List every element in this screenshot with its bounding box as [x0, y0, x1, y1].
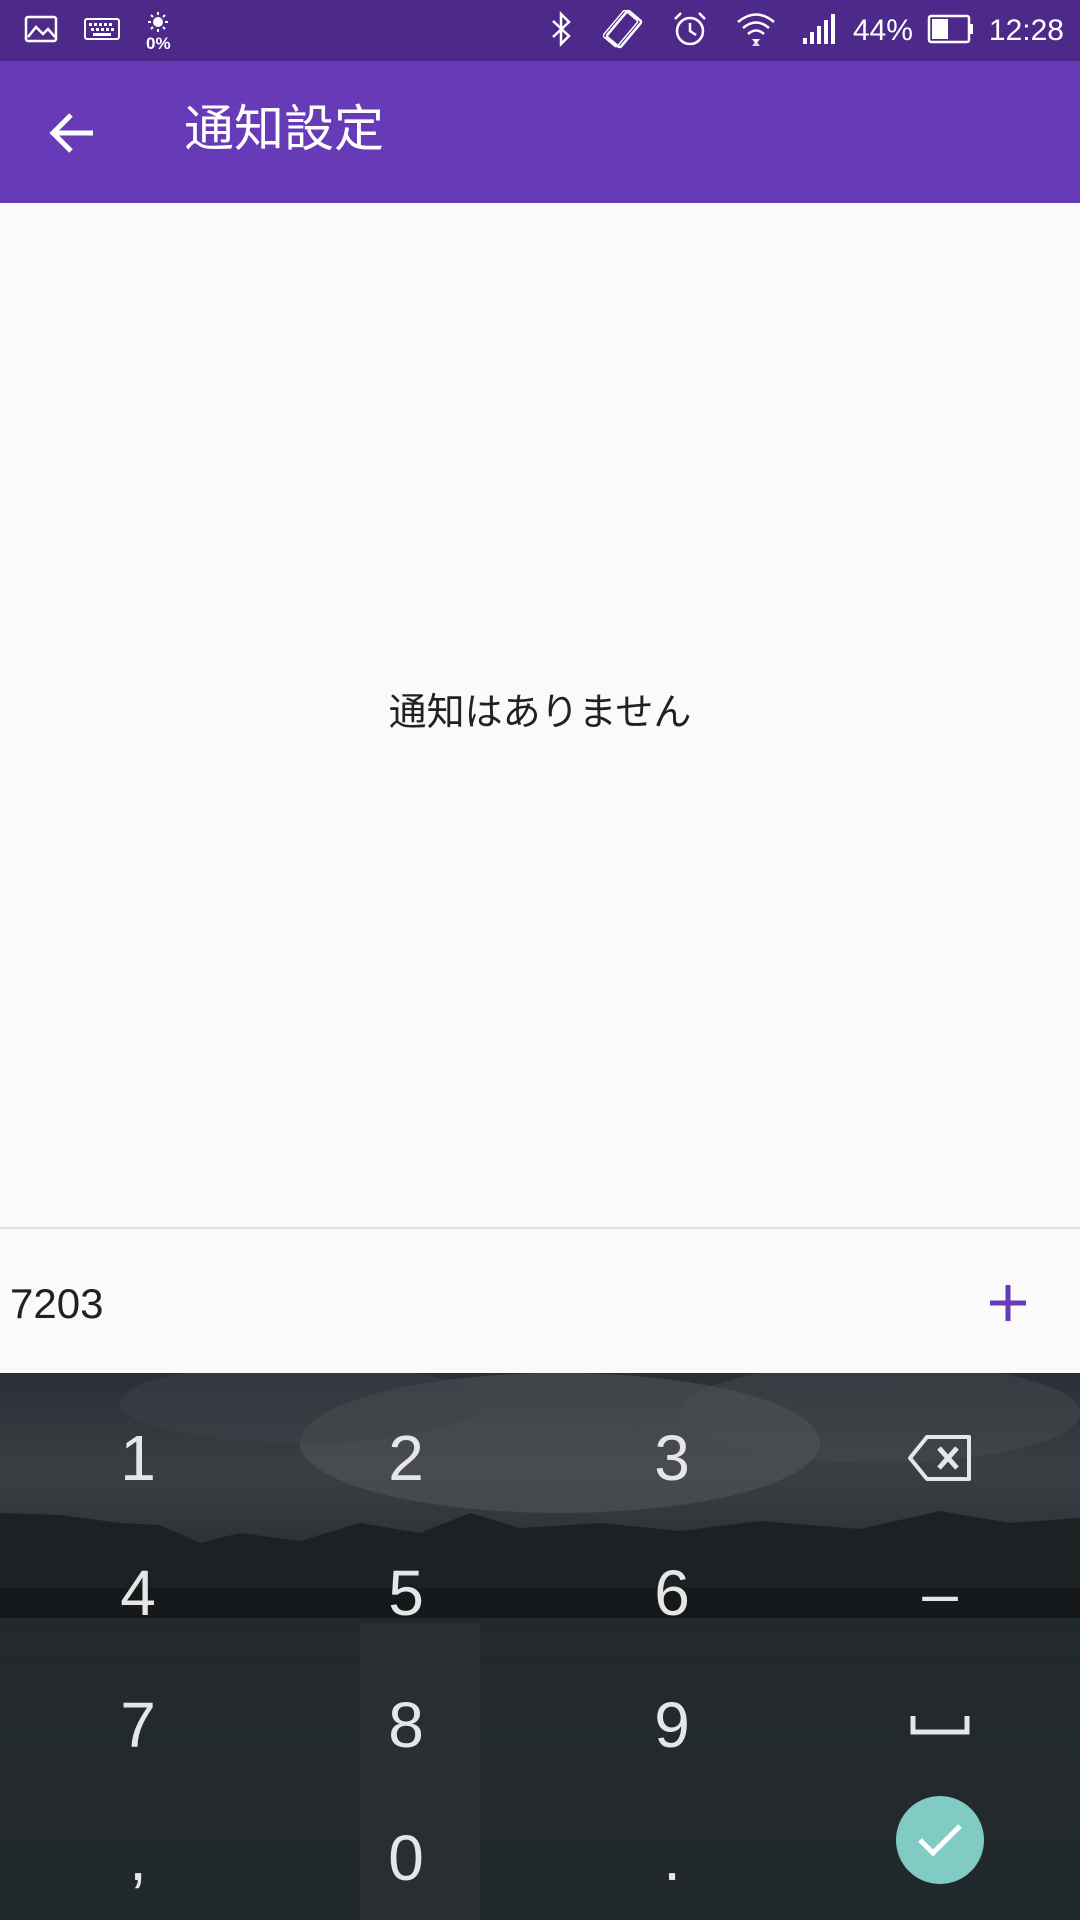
- alarm-icon: [671, 10, 709, 52]
- wifi-icon: [735, 9, 777, 53]
- page-title: 通知設定: [184, 100, 384, 158]
- status-bar-right: 44% 12:28: [549, 6, 1064, 56]
- bluetooth-icon: [549, 10, 575, 51]
- notification-list: 通知はありません: [0, 203, 1080, 1227]
- stock-code-input[interactable]: [10, 1269, 910, 1339]
- keyboard-icon: [84, 18, 120, 44]
- plus-icon: [990, 1285, 1026, 1321]
- key-3[interactable]: 3: [582, 1398, 762, 1518]
- brightness-indicator: 0%: [146, 11, 171, 52]
- status-bar-left: 0%: [24, 8, 171, 54]
- add-button[interactable]: [970, 1265, 1046, 1341]
- code-input-row: [0, 1229, 1080, 1373]
- key-5[interactable]: 5: [316, 1533, 496, 1653]
- empty-message: 通知はありません: [388, 690, 692, 734]
- image-icon: [24, 15, 58, 47]
- status-time: 12:28: [988, 14, 1064, 47]
- key-9[interactable]: 9: [582, 1665, 762, 1785]
- auto-rotate-icon: [602, 8, 645, 54]
- check-icon: [918, 1824, 962, 1857]
- key-1[interactable]: 1: [48, 1398, 228, 1518]
- backspace-key[interactable]: [850, 1398, 1030, 1518]
- comma-key[interactable]: ,: [48, 1798, 228, 1918]
- back-button[interactable]: [30, 91, 114, 175]
- key-4[interactable]: 4: [48, 1533, 228, 1653]
- done-button[interactable]: [896, 1796, 984, 1884]
- battery-icon: [927, 14, 975, 48]
- brightness-icon: [148, 11, 169, 32]
- battery-percent: 44%: [852, 14, 913, 47]
- space-key[interactable]: [850, 1665, 1030, 1785]
- key-6[interactable]: 6: [582, 1533, 762, 1653]
- status-bar: 0% 44% 12:28: [0, 0, 1080, 61]
- backspace-icon: [908, 1435, 971, 1481]
- space-icon: [910, 1716, 970, 1735]
- arrow-left-icon: [49, 113, 93, 153]
- signal-icon: [801, 12, 839, 50]
- brightness-percent: 0%: [146, 33, 171, 53]
- key-0[interactable]: 0: [316, 1798, 496, 1918]
- key-8[interactable]: 8: [316, 1665, 496, 1785]
- period-key[interactable]: .: [582, 1798, 762, 1918]
- app-bar: 通知設定: [0, 61, 1080, 203]
- key-7[interactable]: 7: [48, 1665, 228, 1785]
- numeric-keyboard: 1 2 3 4 5 6 – 7 8 9 , 0 .: [0, 1373, 1080, 1920]
- key-2[interactable]: 2: [316, 1398, 496, 1518]
- minus-key[interactable]: –: [850, 1533, 1030, 1653]
